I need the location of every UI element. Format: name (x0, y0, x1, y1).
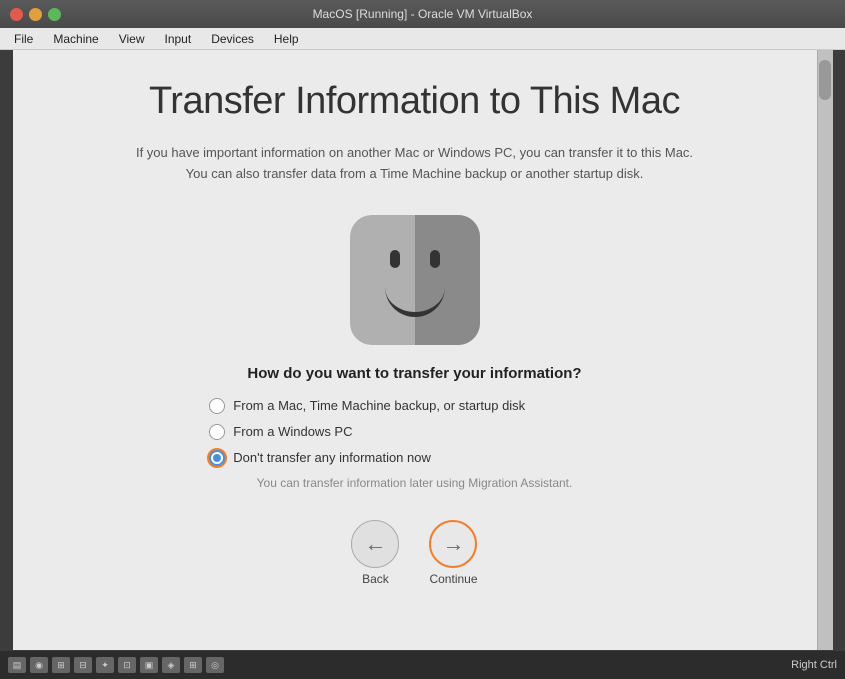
navigation-buttons: ← Back → Continue (351, 520, 477, 586)
radio-windows[interactable] (209, 424, 225, 440)
close-button[interactable] (10, 8, 23, 21)
title-bar: MacOS [Running] - Oracle VM VirtualBox (0, 0, 845, 28)
right-ctrl-label: Right Ctrl (791, 659, 837, 671)
back-button[interactable]: ← Back (351, 520, 399, 586)
status-icon-10: ◎ (206, 657, 224, 673)
option-mac-label: From a Mac, Time Machine backup, or star… (233, 398, 525, 413)
back-arrow-icon: ← (364, 531, 386, 557)
maximize-button[interactable] (48, 8, 61, 21)
option-windows[interactable]: From a Windows PC (209, 424, 525, 440)
option-none-label: Don't transfer any information now (233, 450, 431, 465)
menu-file[interactable]: File (4, 30, 43, 48)
status-icon-1: ▤ (8, 657, 26, 673)
radio-options-group: From a Mac, Time Machine backup, or star… (209, 398, 525, 466)
status-icon-2: ◉ (30, 657, 48, 673)
continue-button[interactable]: → Continue (429, 520, 477, 586)
subtitle-line2: You can also transfer data from a Time M… (186, 166, 644, 181)
minimize-button[interactable] (29, 8, 42, 21)
finder-smile (385, 287, 445, 317)
page-title: Transfer Information to This Mac (149, 80, 680, 123)
menu-bar: File Machine View Input Devices Help (0, 28, 845, 50)
back-button-circle: ← (351, 520, 399, 568)
window-controls[interactable] (10, 8, 61, 21)
subtitle-text: If you have important information on ano… (136, 143, 693, 185)
continue-button-label: Continue (429, 572, 477, 586)
vm-screen: Transfer Information to This Mac If you … (13, 50, 833, 650)
finder-icon (350, 215, 480, 345)
radio-none[interactable] (209, 450, 225, 466)
finder-face (350, 215, 480, 345)
finder-eye-left (390, 250, 400, 268)
radio-mac[interactable] (209, 398, 225, 414)
status-icon-5: ✦ (96, 657, 114, 673)
finder-eye-right (430, 250, 440, 268)
status-bar: ▤ ◉ ⊞ ⊟ ✦ ⊡ ▣ ◈ ⊞ ◎ Right Ctrl (0, 651, 845, 679)
menu-input[interactable]: Input (155, 30, 202, 48)
option-windows-label: From a Windows PC (233, 424, 352, 439)
transfer-question: How do you want to transfer your informa… (247, 365, 581, 382)
menu-machine[interactable]: Machine (43, 30, 108, 48)
scrollbar-thumb[interactable] (819, 60, 831, 100)
finder-eyes (375, 250, 455, 268)
continue-button-circle: → (429, 520, 477, 568)
status-icon-4: ⊟ (74, 657, 92, 673)
status-icon-8: ◈ (162, 657, 180, 673)
menu-view[interactable]: View (109, 30, 155, 48)
status-icon-9: ⊞ (184, 657, 202, 673)
status-icon-7: ▣ (140, 657, 158, 673)
option-none[interactable]: Don't transfer any information now (209, 450, 525, 466)
status-icons: ▤ ◉ ⊞ ⊟ ✦ ⊡ ▣ ◈ ⊞ ◎ (8, 657, 224, 673)
menu-devices[interactable]: Devices (201, 30, 264, 48)
setup-assistant: Transfer Information to This Mac If you … (13, 50, 817, 650)
window-title: MacOS [Running] - Oracle VM VirtualBox (313, 7, 533, 21)
scrollbar-track[interactable] (817, 50, 833, 650)
subtitle-line1: If you have important information on ano… (136, 145, 693, 160)
vm-display: Transfer Information to This Mac If you … (0, 50, 845, 651)
status-icon-3: ⊞ (52, 657, 70, 673)
continue-arrow-icon: → (442, 531, 464, 557)
status-icon-6: ⊡ (118, 657, 136, 673)
hint-text: You can transfer information later using… (257, 476, 573, 490)
menu-help[interactable]: Help (264, 30, 309, 48)
back-button-label: Back (362, 572, 389, 586)
option-mac[interactable]: From a Mac, Time Machine backup, or star… (209, 398, 525, 414)
